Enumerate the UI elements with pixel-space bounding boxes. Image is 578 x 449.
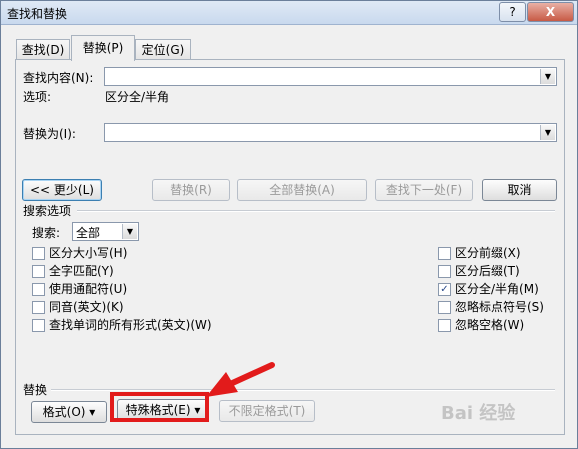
search-options-heading: 搜索选项 <box>23 204 72 218</box>
checkbox-icon[interactable] <box>438 319 451 332</box>
option-label: 全字匹配(Y) <box>49 264 114 278</box>
option-label: 区分大小写(H) <box>49 246 128 260</box>
checkbox-icon[interactable] <box>32 301 45 314</box>
watermark-logo: Bai 经验 <box>441 403 516 424</box>
tab-find[interactable]: 查找(D) <box>16 39 70 60</box>
option-label: 查找单词的所有形式(英文)(W) <box>49 318 212 332</box>
checkbox-icon[interactable] <box>32 283 45 296</box>
checkbox-icon[interactable] <box>438 247 451 260</box>
cancel-button[interactable]: 取消 <box>482 179 557 201</box>
option-label: 区分全/半角(M) <box>455 282 539 296</box>
checkbox-icon[interactable] <box>32 319 45 332</box>
checkbox-icon[interactable] <box>32 265 45 278</box>
option-label: 忽略空格(W) <box>455 318 525 332</box>
options-label: 选项: <box>23 90 52 104</box>
search-options-divider <box>77 210 555 212</box>
option-label: 同音(英文)(K) <box>49 300 124 314</box>
tab-replace[interactable]: 替换(P) <box>71 35 135 61</box>
find-next-button[interactable]: 查找下一处(F) <box>375 179 473 201</box>
options-value: 区分全/半角 <box>105 90 170 104</box>
chevron-down-icon[interactable]: ▼ <box>122 224 137 239</box>
tab-goto[interactable]: 定位(G) <box>135 39 191 60</box>
replace-label: 替换为(I): <box>23 127 76 141</box>
chevron-down-icon[interactable]: ▼ <box>540 69 555 84</box>
option-label: 忽略标点符号(S) <box>455 300 544 314</box>
chevron-down-icon: ▾ <box>89 405 96 419</box>
title-bar[interactable]: 查找和替换 ? X <box>1 1 577 25</box>
find-replace-dialog: 查找和替换 ? X 查找(D) 替换(P) 定位(G) 查找内容(N): ▼ 选… <box>0 0 578 449</box>
option-label: 区分前缀(X) <box>455 246 521 260</box>
replace-section-heading: 替换 <box>23 383 48 397</box>
replace-button[interactable]: 替换(R) <box>152 179 230 201</box>
search-direction-value: 全部 <box>76 226 101 240</box>
replace-section-divider <box>51 389 555 391</box>
special-format-button-label: 特殊格式(E) <box>125 403 191 417</box>
find-label: 查找内容(N): <box>23 71 94 85</box>
checkmark-icon[interactable]: ✓ <box>438 283 451 296</box>
chevron-down-icon: ▾ <box>194 403 201 417</box>
search-direction-select[interactable]: 全部 ▼ <box>72 222 139 241</box>
checkbox-icon[interactable] <box>32 247 45 260</box>
option-label: 区分后缀(T) <box>455 264 520 278</box>
format-button-label: 格式(O) <box>42 405 86 419</box>
replace-all-button[interactable]: 全部替换(A) <box>237 179 367 201</box>
find-input[interactable]: ▼ <box>104 67 557 86</box>
close-button[interactable]: X <box>527 2 574 22</box>
option-label: 使用通配符(U) <box>49 282 128 296</box>
chevron-down-icon[interactable]: ▼ <box>540 125 555 140</box>
window-title: 查找和替换 <box>7 7 68 21</box>
replace-input[interactable]: ▼ <box>104 123 557 142</box>
checkbox-icon[interactable] <box>438 301 451 314</box>
help-button[interactable]: ? <box>499 2 526 22</box>
special-format-button[interactable]: 特殊格式(E) ▾ <box>117 399 209 421</box>
search-direction-label: 搜索: <box>32 226 61 240</box>
format-button[interactable]: 格式(O) ▾ <box>31 401 107 423</box>
less-button[interactable]: << 更少(L) <box>22 179 102 201</box>
checkbox-icon[interactable] <box>438 265 451 278</box>
no-format-button[interactable]: 不限定格式(T) <box>219 400 315 422</box>
